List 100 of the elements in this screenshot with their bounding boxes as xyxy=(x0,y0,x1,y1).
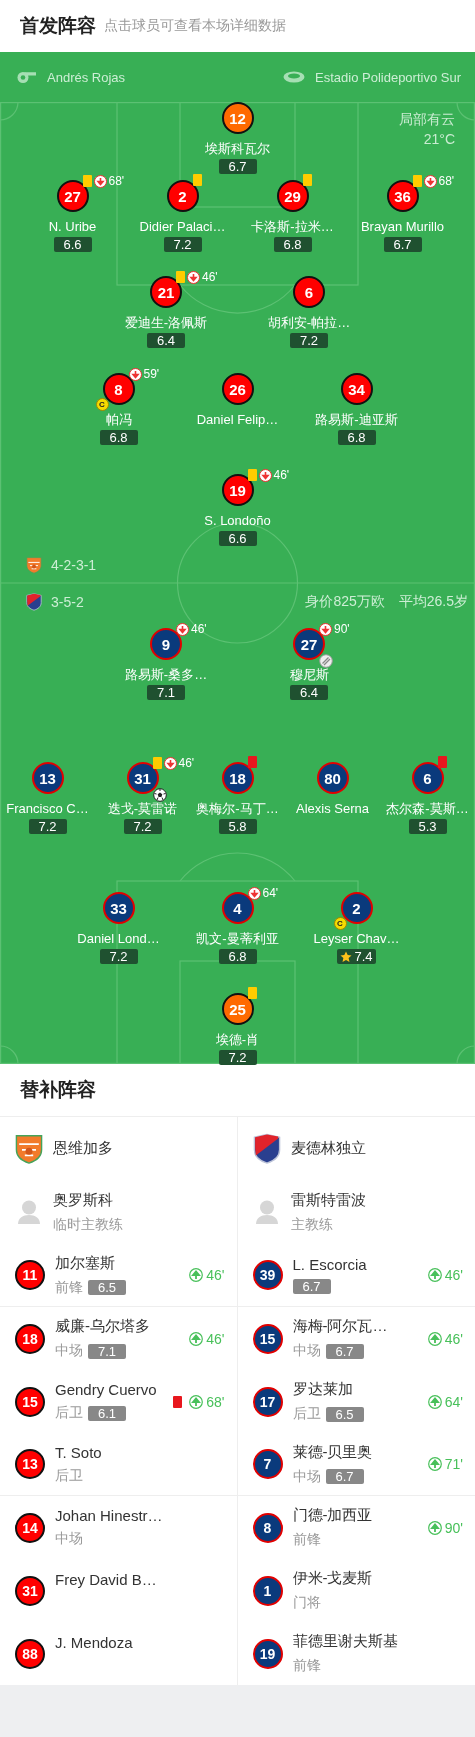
substitution-minute: 68' xyxy=(206,1393,225,1410)
player-number[interactable]: 1 xyxy=(252,1575,283,1606)
player-rating: 7.1 xyxy=(88,1343,126,1359)
player-name[interactable]: 穆尼斯 xyxy=(289,667,329,683)
player-name[interactable]: 杰尔森-莫斯… xyxy=(386,801,469,817)
player-number[interactable]: 13 xyxy=(31,762,64,794)
player-name[interactable]: Frey David B… xyxy=(55,1571,225,1588)
substitution-out-icon xyxy=(258,468,272,482)
player-number[interactable]: 6 xyxy=(411,762,444,794)
player-name[interactable]: 爱迪生-洛佩斯 xyxy=(124,315,208,331)
player-name[interactable]: T. Soto xyxy=(55,1443,225,1461)
player-rating: 6.7 xyxy=(383,237,422,252)
player-number[interactable]: 34 xyxy=(340,373,373,405)
player-number[interactable]: 13 xyxy=(15,1449,45,1479)
player-number[interactable]: 11 xyxy=(15,1260,45,1290)
player-name[interactable]: Alexis Serna xyxy=(296,801,369,817)
player-name[interactable]: 加尔塞斯 xyxy=(55,1253,180,1273)
player-name[interactable]: 门德-加西亚 xyxy=(292,1506,418,1525)
player-number[interactable]: 14 xyxy=(15,1512,45,1543)
player-number[interactable]: 27 xyxy=(56,180,89,212)
captain-badge: C xyxy=(95,398,109,411)
player-name[interactable]: Leyser Chav… xyxy=(313,931,400,947)
player-name[interactable]: 卡洛斯-拉米… xyxy=(251,219,334,235)
player-name[interactable]: J. Mendoza xyxy=(55,1634,225,1651)
player-name[interactable]: Daniel Lond… xyxy=(77,931,160,947)
player-name[interactable]: 罗达莱加 xyxy=(292,1380,418,1399)
player-number[interactable]: 19 xyxy=(252,1638,283,1669)
player-rating: 7.2 xyxy=(163,237,202,252)
player-name[interactable]: 帕冯 xyxy=(105,412,132,428)
stadium-icon xyxy=(283,71,305,83)
player-number[interactable]: 36 xyxy=(386,180,419,212)
player-rating: 6.1 xyxy=(88,1405,126,1421)
player-name[interactable]: Daniel Felip… xyxy=(196,412,279,428)
player-rating: 7.2 xyxy=(218,1050,257,1065)
player-name[interactable]: 埃德-肖 xyxy=(215,1032,260,1048)
player-number[interactable]: 27 xyxy=(293,628,325,660)
player-number[interactable]: 12 xyxy=(221,102,254,134)
player-number[interactable]: 18 xyxy=(15,1323,45,1354)
player-number[interactable]: 2 xyxy=(166,180,199,212)
player-name[interactable]: 凯文-曼蒂利亚 xyxy=(196,931,279,947)
team-name[interactable]: 恩维加多 xyxy=(53,1139,113,1158)
player-number[interactable]: 31 xyxy=(126,762,159,794)
section-title: 替补阵容 xyxy=(20,1078,96,1102)
player-number[interactable]: 80 xyxy=(316,762,349,794)
player-name[interactable]: 路易斯-迪亚斯 xyxy=(315,412,398,428)
player-number[interactable]: 15 xyxy=(15,1386,45,1417)
substitution-out-icon xyxy=(128,367,142,381)
player-number[interactable]: 19 xyxy=(221,474,254,506)
substitution-in-icon xyxy=(427,1457,442,1471)
player-number[interactable]: 9 xyxy=(150,628,182,660)
player-number[interactable]: 88 xyxy=(15,1638,45,1669)
player-number[interactable]: 21 xyxy=(150,276,182,308)
substitution-in-icon xyxy=(427,1331,442,1346)
captain-badge: C xyxy=(333,917,347,930)
player-number[interactable]: 4 xyxy=(221,892,254,924)
temperature-text: 21°C xyxy=(423,130,455,148)
player-name[interactable]: 莱德-贝里奥 xyxy=(292,1442,418,1462)
substitution-out-icon xyxy=(247,886,261,900)
player-number[interactable]: 33 xyxy=(102,892,135,924)
player-number[interactable]: 7 xyxy=(252,1449,283,1479)
player-number[interactable]: 39 xyxy=(252,1260,283,1290)
player-number[interactable]: 8 xyxy=(252,1512,283,1543)
player-number[interactable]: 31 xyxy=(15,1575,45,1606)
player-name[interactable]: S. Londoño xyxy=(204,513,271,529)
player-name[interactable]: Didier Palaci… xyxy=(139,219,226,235)
player-number[interactable]: 29 xyxy=(276,180,309,212)
player-name[interactable]: 迭戈-莫雷诺 xyxy=(107,801,178,817)
substitution-minute: 46' xyxy=(202,270,218,284)
player-name[interactable]: 路易斯-桑多… xyxy=(124,667,208,683)
player-name[interactable]: 威廉-乌尔塔多 xyxy=(55,1317,180,1336)
player-rating: 7.2 xyxy=(28,819,67,834)
coach-name[interactable]: 奥罗斯科 xyxy=(53,1190,225,1210)
player-number[interactable]: 15 xyxy=(252,1323,283,1354)
player-name[interactable]: 海梅-阿尔瓦… xyxy=(292,1317,418,1336)
player-rating: 6.7 xyxy=(325,1343,364,1359)
player-position: 前锋 xyxy=(55,1278,83,1297)
player-name[interactable]: 埃斯科瓦尔 xyxy=(205,141,270,157)
player-number[interactable]: 17 xyxy=(252,1386,283,1417)
coach-name[interactable]: 雷斯特雷波 xyxy=(290,1190,463,1210)
player-name[interactable]: Francisco C… xyxy=(6,801,89,817)
player-number[interactable]: 26 xyxy=(221,373,254,405)
team-logo xyxy=(15,1133,43,1164)
team-name[interactable]: 麦德林独立 xyxy=(290,1139,366,1158)
player-name[interactable]: 伊米-戈麦斯 xyxy=(292,1569,463,1588)
player-number[interactable]: 6 xyxy=(293,276,325,308)
player-rating: 7.2 xyxy=(99,949,138,964)
player-name[interactable]: L. Escorcia xyxy=(292,1255,418,1273)
player-number[interactable]: 25 xyxy=(221,993,254,1025)
player-name[interactable]: 胡利安-帕拉… xyxy=(267,315,351,331)
player-name[interactable]: 菲德里谢夫斯基 xyxy=(292,1632,463,1651)
player-name[interactable]: Brayan Murillo xyxy=(360,219,445,235)
player-name[interactable]: Johan Hinestr… xyxy=(55,1507,225,1524)
player-name[interactable]: 奥梅尔-马丁… xyxy=(196,801,279,817)
player-name[interactable]: N. Uribe xyxy=(48,219,97,235)
substitution-minute: 46' xyxy=(273,468,290,482)
player-name[interactable]: Gendry Cuervo xyxy=(55,1381,164,1398)
player-position: 后卫 xyxy=(55,1404,83,1422)
substitution-in-icon xyxy=(427,1520,442,1535)
player-rating: 6.4 xyxy=(290,685,328,700)
player-number[interactable]: 18 xyxy=(221,762,254,794)
